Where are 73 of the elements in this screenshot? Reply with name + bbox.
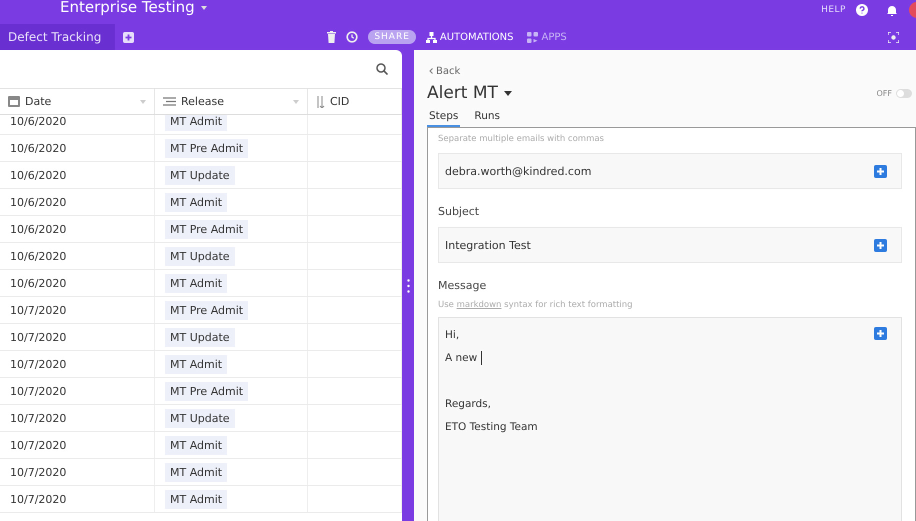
automation-title[interactable]: Alert MT (427, 83, 512, 103)
dropdown-icon (504, 90, 512, 96)
release-tag: MT Pre Admit (165, 382, 248, 400)
add-view-icon[interactable] (123, 32, 134, 42)
release-tag: MT Admit (165, 354, 228, 374)
message-line: Regards, (445, 397, 491, 412)
release-tag: MT Admit (165, 490, 228, 508)
release-tag: MT Update (165, 328, 235, 346)
subject-field[interactable]: Integration Test (438, 227, 902, 263)
sort-icon (316, 96, 325, 108)
email-hint: Separate multiple emails with commas (438, 134, 605, 144)
add-icon[interactable] (874, 238, 887, 252)
apps-icon (527, 32, 538, 42)
add-icon[interactable] (874, 327, 887, 340)
release-tag: MT Update (165, 166, 235, 184)
date-cell: 10/7/2020 (10, 466, 66, 478)
message-line: A new (445, 350, 482, 366)
date-cell: 10/7/2020 (10, 330, 66, 344)
release-tag: MT Pre Admit (165, 220, 248, 238)
release-tag: MT Admit (165, 274, 228, 292)
trash-icon[interactable] (327, 31, 336, 43)
focus-icon[interactable] (888, 32, 899, 42)
dropdown-icon[interactable] (200, 6, 207, 10)
history-icon[interactable] (346, 31, 358, 43)
column-header[interactable]: Release (155, 89, 308, 114)
date-cell: 10/7/2020 (10, 438, 66, 452)
automations-button[interactable]: AUTOMATIONS (426, 32, 514, 42)
list-icon (163, 97, 176, 106)
hierarchy-icon (426, 32, 437, 42)
date-cell: 10/6/2020 (10, 142, 66, 154)
date-cell: 10/7/2020 (10, 304, 66, 316)
date-cell: 10/6/2020 (10, 276, 66, 290)
bell-icon[interactable] (886, 4, 898, 16)
message-line: Hi, (445, 328, 460, 343)
toggle-label: OFF (876, 88, 892, 98)
help-icon[interactable] (856, 4, 868, 16)
release-tag: MT Admit (165, 462, 228, 482)
chevron-left-icon (429, 68, 433, 74)
date-cell: 10/7/2020 (10, 492, 66, 506)
column-label: CID (330, 95, 350, 108)
release-tag: MT Update (165, 408, 235, 428)
date-cell: 10/7/2020 (10, 384, 66, 398)
column-label: Release (181, 95, 224, 108)
release-tag: MT Admit (165, 192, 228, 212)
date-cell: 10/6/2020 (10, 114, 66, 128)
release-tag: MT Update (165, 246, 235, 266)
email-field[interactable]: debra.worth@kindred.com (438, 153, 902, 189)
column-header[interactable]: Date (0, 89, 155, 114)
date-cell: 10/6/2020 (10, 168, 66, 182)
add-icon[interactable] (874, 164, 887, 178)
search-icon[interactable] (376, 63, 388, 75)
release-tag: MT Admit (165, 436, 228, 454)
toggle-switch[interactable] (896, 88, 912, 98)
calendar-icon (8, 96, 20, 107)
field-label: Subject (438, 205, 480, 218)
date-cell: 10/6/2020 (10, 222, 66, 236)
resize-handle-icon[interactable] (406, 278, 410, 292)
message-line: ETO Testing Team (445, 420, 538, 435)
markdown-hint: Use markdown syntax for rich text formatting (438, 300, 634, 310)
date-cell: 10/7/2020 (10, 358, 66, 370)
date-cell: 10/7/2020 (10, 412, 66, 424)
message-field[interactable]: Hi, A new Regards, ETO Testing Team (438, 317, 902, 521)
release-tag: MT Pre Admit (165, 300, 248, 320)
date-cell: 10/6/2020 (10, 196, 66, 208)
help-link[interactable]: HELP (821, 5, 846, 15)
view-tab[interactable]: Defect Tracking (0, 24, 116, 50)
back-link[interactable]: Back (427, 50, 460, 77)
tab[interactable]: Runs (472, 109, 502, 127)
workspace-title[interactable]: Enterprise Testing (60, 0, 195, 15)
release-tag: MT Pre Admit (165, 138, 248, 158)
column-label: Date (25, 95, 52, 108)
date-cell: 10/6/2020 (10, 250, 66, 262)
field-label: Message (438, 279, 488, 292)
